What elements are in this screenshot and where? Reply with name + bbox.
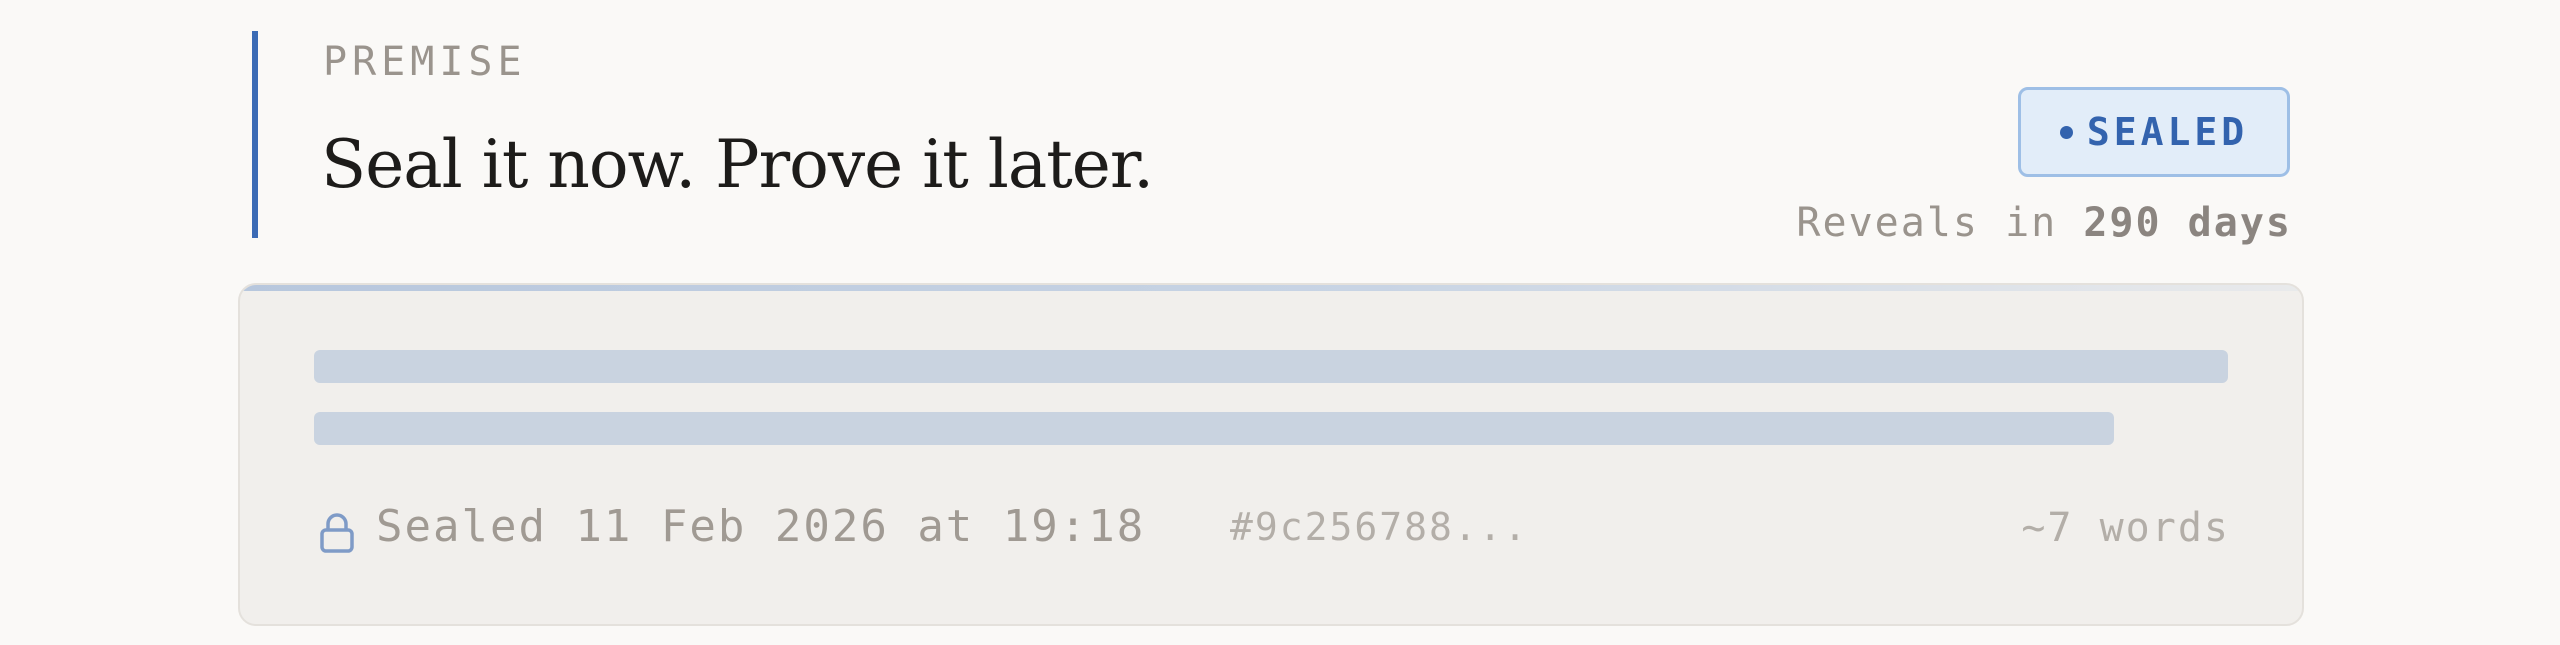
redacted-line — [314, 350, 2228, 383]
reveal-prefix: Reveals in — [1796, 200, 2058, 246]
premise-headline: Seal it now. Prove it later. — [321, 126, 1154, 203]
sealed-badge-label: SEALED — [2086, 110, 2249, 154]
card-accent-line — [240, 285, 2302, 291]
sealed-badge: SEALED — [2018, 87, 2290, 177]
lock-icon — [320, 513, 354, 553]
reveal-value: 290 days — [2083, 200, 2292, 246]
sealed-card: Sealed 11 Feb 2026 at 19:18 #9c256788...… — [238, 283, 2304, 626]
status-dot-icon — [2059, 125, 2073, 139]
premise-kicker: PREMISE — [323, 39, 527, 85]
redacted-line — [314, 412, 2114, 445]
reveal-countdown: Reveals in 290 days — [1796, 200, 2292, 246]
word-count: ~7 words — [2021, 505, 2230, 551]
page: PREMISE Seal it now. Prove it later. SEA… — [0, 0, 2560, 645]
seal-hash: #9c256788... — [1230, 505, 1529, 549]
sealed-timestamp: Sealed 11 Feb 2026 at 19:18 — [376, 501, 1146, 552]
